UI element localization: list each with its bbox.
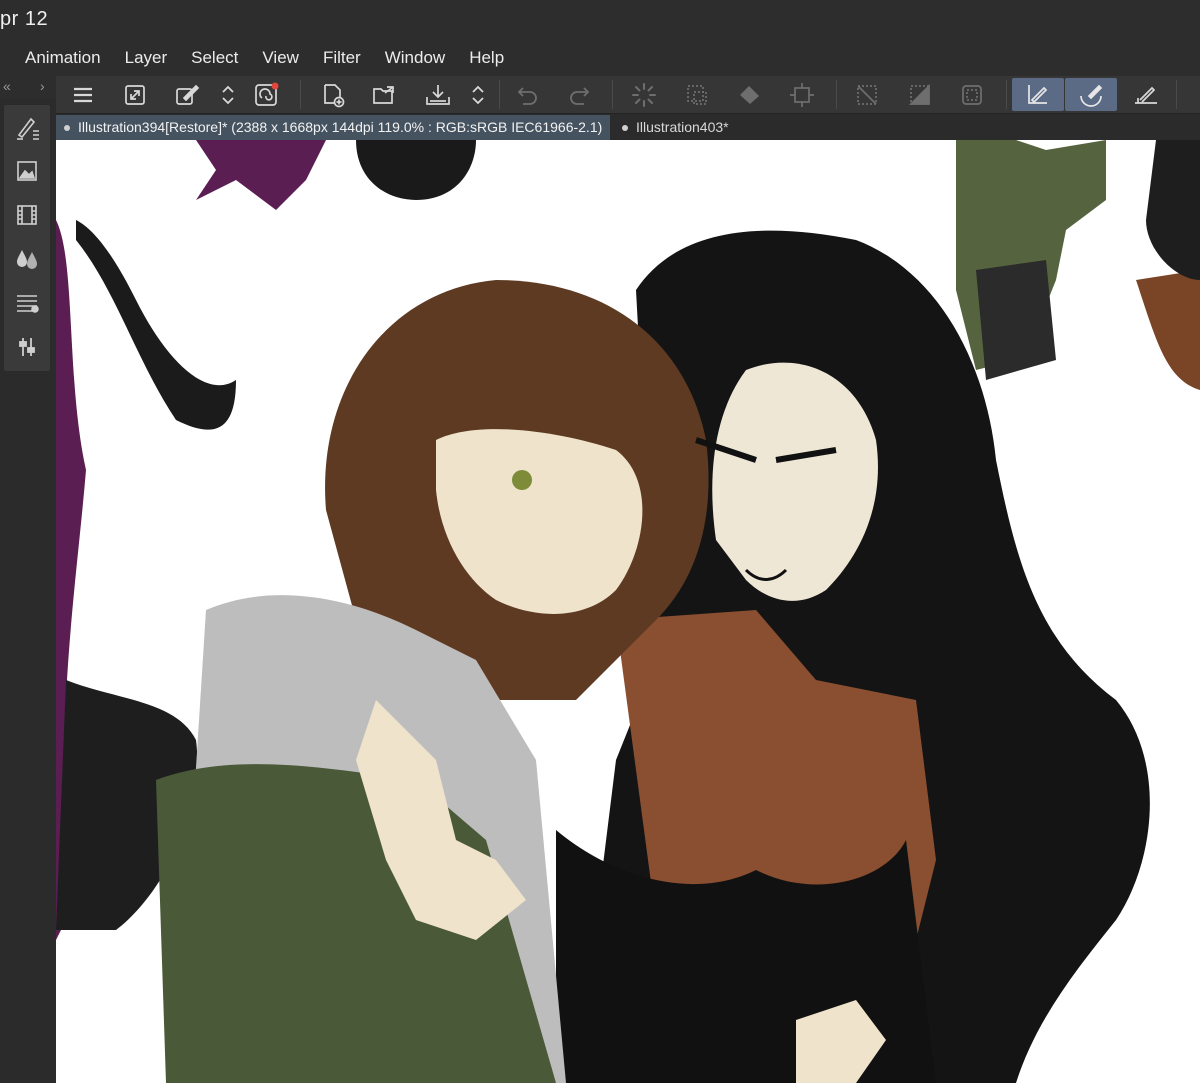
canvas-resize-icon[interactable]	[120, 78, 150, 111]
save-download-icon[interactable]	[422, 78, 454, 111]
menu-icon[interactable]	[68, 78, 98, 111]
unsaved-dot-icon	[622, 125, 628, 131]
fill-bucket-icon[interactable]	[734, 78, 766, 111]
ruler-snap-icon[interactable]	[1126, 78, 1166, 111]
layer-list-icon[interactable]	[9, 285, 45, 321]
chevron-updown-icon[interactable]	[216, 78, 240, 111]
document-tab-bar: Illustration394[Restore]* (2388 x 1668px…	[56, 114, 1200, 140]
transform-pen-icon[interactable]	[172, 78, 202, 111]
menu-help[interactable]: Help	[457, 40, 516, 76]
transform-box-icon[interactable]	[786, 78, 818, 111]
menu-view[interactable]: View	[250, 40, 311, 76]
dotted-select-icon[interactable]	[681, 78, 713, 111]
dark-hair-right	[1146, 140, 1200, 280]
status-time: pr 12	[0, 8, 49, 30]
status-bar: pr 12	[0, 0, 1200, 40]
menu-layer[interactable]: Layer	[113, 40, 180, 76]
menu-bar: Animation Layer Select View Filter Windo…	[0, 40, 1200, 76]
brown-leg-right	[1136, 270, 1200, 390]
dark-boots-right	[976, 260, 1056, 380]
dark-hair-left	[76, 220, 236, 430]
tab-illustration394[interactable]: Illustration394[Restore]* (2388 x 1668px…	[56, 115, 611, 140]
open-folder-icon[interactable]	[369, 78, 401, 111]
command-bar	[56, 76, 1200, 114]
artwork	[56, 140, 1200, 1083]
collapse-left-icon[interactable]: «	[3, 78, 11, 94]
unsaved-dot-icon	[64, 125, 70, 131]
drawing-canvas[interactable]	[56, 140, 1200, 1083]
tab-label: Illustration394[Restore]* (2388 x 1668px…	[78, 119, 603, 135]
chevron-updown-icon[interactable]	[466, 78, 490, 111]
tool-property-icon[interactable]	[9, 109, 45, 145]
dark-hair-top	[356, 140, 476, 200]
menu-select[interactable]: Select	[179, 40, 250, 76]
redo-icon[interactable]	[564, 78, 596, 111]
navigator-icon[interactable]	[9, 153, 45, 189]
clip-studio-logo-icon[interactable]	[252, 78, 282, 111]
tab-illustration403[interactable]: Illustration403*	[614, 115, 737, 140]
selection-frame-icon[interactable]	[956, 78, 988, 111]
stabilizer-pen-icon[interactable]	[1012, 78, 1064, 111]
timeline-icon[interactable]	[9, 197, 45, 233]
purple-figure-top	[196, 140, 326, 210]
menu-animation[interactable]: Animation	[0, 40, 113, 76]
invert-selection-icon[interactable]	[904, 78, 936, 111]
brush-curve-icon[interactable]	[1065, 78, 1117, 111]
color-icon[interactable]	[9, 241, 45, 277]
tool-palette	[3, 104, 51, 372]
menu-filter[interactable]: Filter	[311, 40, 373, 76]
green-eye	[512, 470, 532, 490]
panel-collapse-row: « ›	[0, 76, 56, 98]
loading-spinner-icon[interactable]	[628, 78, 660, 111]
collapse-right-icon[interactable]: ›	[40, 78, 45, 94]
menu-window[interactable]: Window	[373, 40, 457, 76]
undo-icon[interactable]	[511, 78, 543, 111]
tab-label: Illustration403*	[636, 119, 729, 135]
clear-selection-icon[interactable]	[851, 78, 883, 111]
new-file-icon[interactable]	[318, 78, 348, 111]
adjust-icon[interactable]	[9, 329, 45, 365]
